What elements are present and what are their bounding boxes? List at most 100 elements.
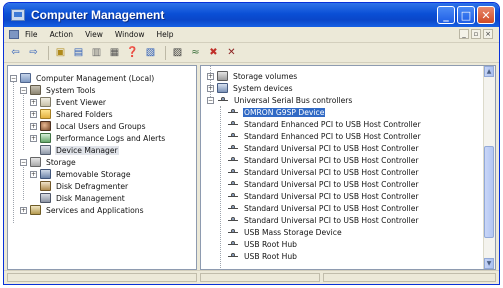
print-icon[interactable]: ▦ [107,45,122,60]
status-section [200,273,320,282]
tree-item-label: Disk Management [56,193,125,203]
tree-item-label: Standard Universal PCI to USB Host Contr… [244,155,419,165]
device-list-pane[interactable]: + Storage volumes + System devices − Uni… [200,65,496,270]
properties-icon[interactable]: ▥ [89,45,104,60]
scroll-up-arrow-icon[interactable]: ▲ [484,66,494,77]
tree-item-services-applications[interactable]: + Services and Applications [20,204,145,216]
tree-item-local-users-groups[interactable]: + Local Users and Groups [30,120,147,132]
expand-toggle[interactable]: + [30,170,37,178]
tree-item-usb-device[interactable]: Standard Universal PCI to USB Host Contr… [227,202,420,214]
tree-item-storage-volumes[interactable]: + Storage volumes [207,70,298,82]
scan-hardware-icon[interactable]: ▨ [170,45,185,60]
tree-item-usb-device[interactable]: Standard Enhanced PCI to USB Host Contro… [227,118,422,130]
collapse-toggle[interactable]: − [207,96,214,104]
forward-arrow-icon[interactable]: ⇨ [26,45,41,60]
tree-item-omron-g9sp-device[interactable]: OMRON G9SP Device [227,106,326,118]
collapse-toggle[interactable]: − [10,74,17,82]
tree-item-usb-device[interactable]: Standard Universal PCI to USB Host Contr… [227,154,420,166]
disable-device-icon[interactable]: ✖ [206,45,221,60]
tree-item-usb-device[interactable]: Standard Enhanced PCI to USB Host Contro… [227,130,422,142]
window-title: Computer Management [31,8,165,22]
vertical-scrollbar[interactable]: ▲ ▼ [483,66,495,269]
tree-item-system-tools[interactable]: − System Tools [20,84,96,96]
expand-toggle[interactable]: + [20,206,27,214]
usb-icon [227,228,239,237]
close-button[interactable]: ✕ [477,6,495,24]
tree-item-label: OMRON G9SP Device [243,107,326,117]
tree-item-label: Event Viewer [56,97,106,107]
update-driver-icon[interactable]: ≈ [188,45,203,60]
tree-item-disk-defragmenter[interactable]: Disk Defragmenter [30,180,129,192]
child-close-button[interactable]: × [483,29,493,39]
minimize-button[interactable]: _ [437,6,455,24]
menu-file[interactable]: File [25,30,38,39]
usb-icon [227,204,239,213]
folder-icon [40,109,51,119]
mmc-document-icon[interactable] [9,30,19,39]
show-hide-tree-icon[interactable]: ▤ [71,45,86,60]
tree-item-shared-folders[interactable]: + Shared Folders [30,108,114,120]
usb-icon [227,192,239,201]
tree-item-label: Universal Serial Bus controllers [234,95,353,105]
tree-item-label: Standard Universal PCI to USB Host Contr… [244,179,419,189]
tree-item-usb-root-hub[interactable]: USB Root Hub [227,250,298,262]
title-bar[interactable]: Computer Management _ □ ✕ [4,3,499,27]
tree-item-disk-management[interactable]: Disk Management [30,192,126,204]
tree-item-performance-logs[interactable]: + Performance Logs and Alerts [30,132,166,144]
child-restore-button[interactable]: ▫ [471,29,481,39]
tree-item-usb-device[interactable]: Standard Universal PCI to USB Host Contr… [227,178,420,190]
tree-item-removable-storage[interactable]: + Removable Storage [30,168,132,180]
usb-icon [227,132,239,141]
menu-action[interactable]: Action [50,30,74,39]
tree-item-label: Shared Folders [56,109,113,119]
usb-icon [227,216,239,225]
child-minimize-button[interactable]: _ [459,29,469,39]
tree-item-label: Standard Universal PCI to USB Host Contr… [244,167,419,177]
tree-guide-line [220,106,221,269]
expand-toggle[interactable]: + [207,84,214,92]
expand-toggle[interactable]: + [207,72,214,80]
tree-item-usb-controllers[interactable]: − Universal Serial Bus controllers [207,94,353,106]
collapse-toggle[interactable]: − [20,158,27,166]
tree-item-label: Services and Applications [46,205,144,215]
console-tree-pane[interactable]: − Computer Management (Local) − System T… [7,65,197,270]
device-manager-icon [40,145,51,155]
scroll-thumb[interactable] [484,146,494,238]
view-icon[interactable]: ▧ [143,45,158,60]
computer-management-window: Computer Management _ □ ✕ File Action Vi… [3,2,500,285]
menu-window[interactable]: Window [115,30,145,39]
tree-item-usb-device[interactable]: Standard Universal PCI to USB Host Contr… [227,190,420,202]
tree-item-device-manager[interactable]: Device Manager [30,144,119,156]
tree-item-system-devices[interactable]: + System devices [207,82,294,94]
tree-item-computer-management[interactable]: − Computer Management (Local) [10,72,155,84]
status-section [7,273,197,282]
expand-toggle[interactable]: + [30,98,37,106]
expand-toggle[interactable]: + [30,122,37,130]
scroll-down-arrow-icon[interactable]: ▼ [484,258,494,269]
tree-item-usb-root-hub[interactable]: USB Root Hub [227,238,298,250]
help-icon[interactable]: ❓ [125,45,140,60]
back-arrow-icon[interactable]: ⇦ [8,45,23,60]
uninstall-device-icon[interactable]: ✕ [224,45,239,60]
expand-toggle[interactable]: + [30,110,37,118]
tree-item-usb-device[interactable]: Standard Universal PCI to USB Host Contr… [227,214,420,226]
up-level-icon[interactable]: ▣ [53,45,68,60]
tree-item-label: Standard Universal PCI to USB Host Contr… [244,203,419,213]
tree-item-usb-device[interactable]: Standard Universal PCI to USB Host Contr… [227,142,420,154]
system-tools-icon [30,85,41,95]
menu-view[interactable]: View [85,30,103,39]
tree-item-label: USB Root Hub [244,239,297,249]
collapse-toggle[interactable]: − [20,86,27,94]
tree-item-event-viewer[interactable]: + Event Viewer [30,96,107,108]
tree-item-storage[interactable]: − Storage [20,156,77,168]
menu-help[interactable]: Help [156,30,173,39]
tree-item-usb-device[interactable]: Standard Universal PCI to USB Host Contr… [227,166,420,178]
tree-item-label: Standard Universal PCI to USB Host Contr… [244,143,419,153]
tree-item-usb-mass-storage[interactable]: USB Mass Storage Device [227,226,343,238]
expand-toggle[interactable]: + [30,134,37,142]
usb-icon [227,252,239,261]
tree-item-label: USB Mass Storage Device [244,227,342,237]
usb-icon [227,108,239,117]
maximize-button[interactable]: □ [457,6,475,24]
users-icon [40,121,51,131]
